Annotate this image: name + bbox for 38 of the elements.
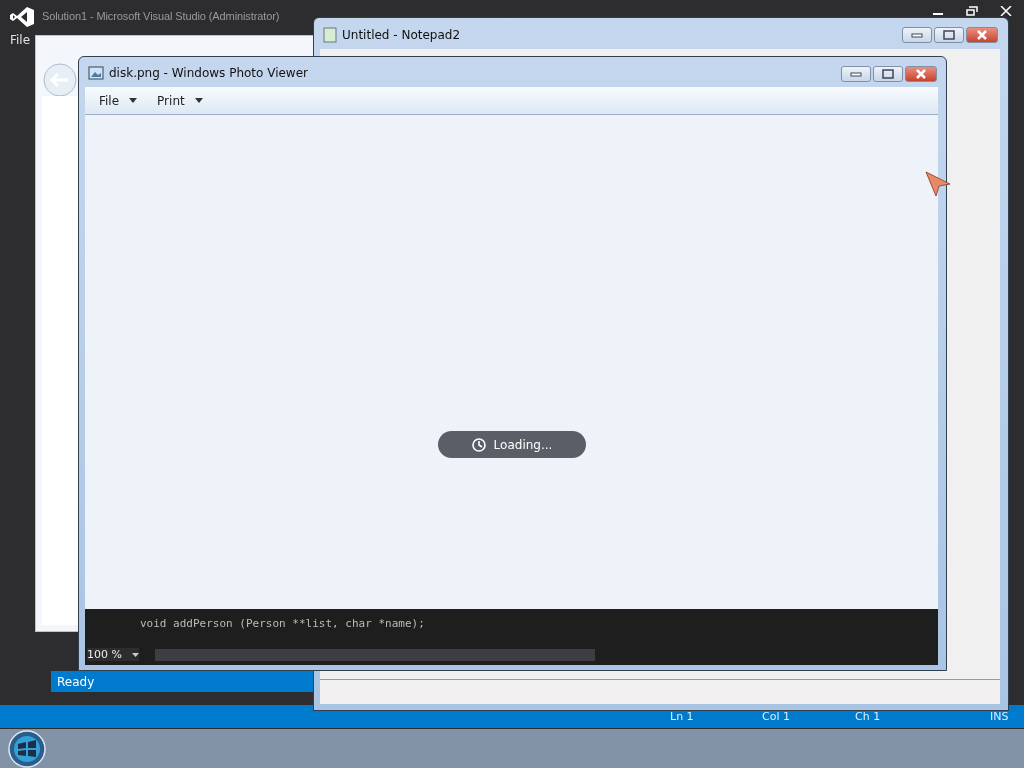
status-item: Col 1 <box>762 710 790 723</box>
image-icon <box>88 66 104 80</box>
close-icon <box>976 30 988 40</box>
logo-icon <box>10 7 34 27</box>
maximize-button[interactable] <box>873 66 903 82</box>
minimize-button[interactable] <box>841 66 871 82</box>
scrollbar[interactable] <box>155 649 595 661</box>
status-item: INS <box>990 710 1009 723</box>
maximize-icon <box>882 69 894 79</box>
close-button[interactable] <box>966 27 998 43</box>
window-title: Untitled - Notepad2 <box>342 28 461 42</box>
menu-item[interactable]: File <box>10 33 31 47</box>
close-icon[interactable] <box>1000 6 1012 16</box>
toolbar-menu[interactable]: Print <box>157 93 203 108</box>
minimize-icon <box>850 71 862 77</box>
minimize-button[interactable] <box>902 27 932 43</box>
caret-icon <box>131 652 139 657</box>
maximize-button[interactable] <box>934 27 964 43</box>
status-item: Ln 1 <box>670 710 694 723</box>
code-line: void addPerson (Person **list, char *name); <box>140 617 425 630</box>
zoom-dropdown[interactable]: 100 % <box>87 648 139 661</box>
window-title: Solution1 - Microsoft Visual Studio (Administrator) <box>42 10 280 22</box>
close-icon <box>915 69 927 79</box>
toolbar-menu[interactable]: File <box>99 93 138 108</box>
status-text: Ready <box>51 671 313 692</box>
close-button[interactable] <box>905 66 937 82</box>
loading-text: Loading... <box>493 437 553 452</box>
restore-icon[interactable] <box>966 6 978 16</box>
cursor-icon <box>924 170 952 198</box>
window-title: disk.png - Windows Photo Viewer <box>109 66 308 80</box>
caret-icon <box>129 98 138 103</box>
status-item: Ch 1 <box>855 710 881 723</box>
caret-icon <box>194 98 203 103</box>
notepad-icon <box>323 27 337 43</box>
maximize-icon <box>943 30 955 40</box>
clock-icon <box>471 437 486 452</box>
minimize-icon <box>911 32 923 38</box>
start-button[interactable] <box>8 730 46 768</box>
